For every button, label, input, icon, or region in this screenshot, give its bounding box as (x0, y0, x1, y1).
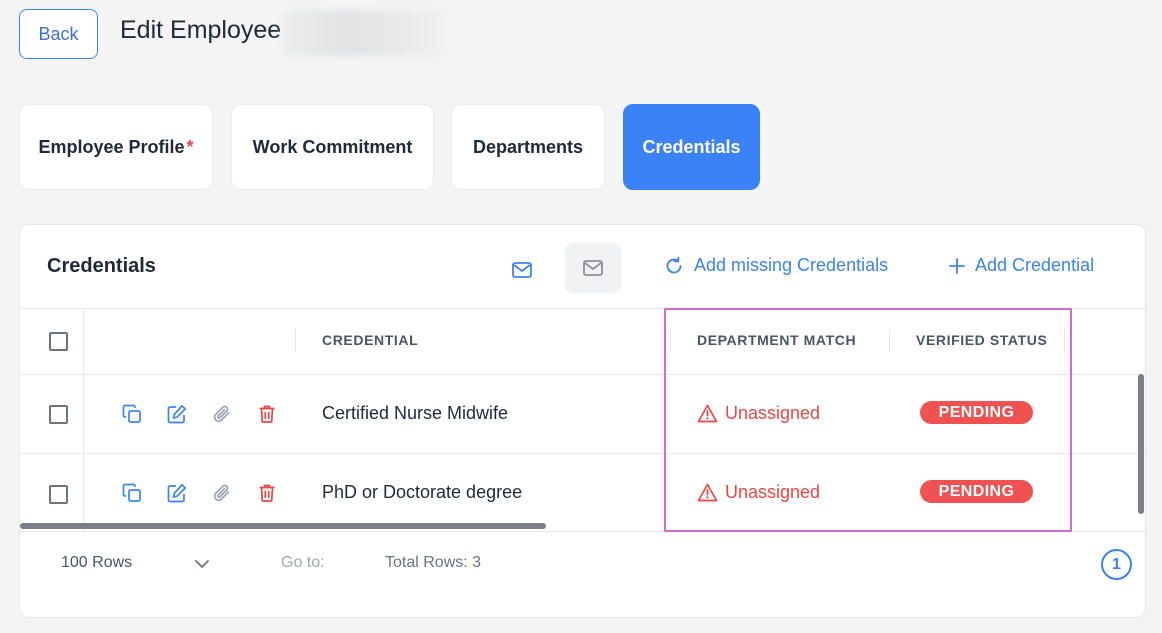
mail-icon (583, 260, 603, 276)
column-divider (83, 309, 84, 531)
row-checkbox[interactable] (49, 405, 68, 424)
total-rows: Total Rows: 3 (385, 554, 482, 571)
required-mark: * (186, 136, 194, 157)
horizontal-scrollbar[interactable] (20, 523, 546, 529)
tab-label: Employee Profile (38, 136, 185, 157)
trash-icon[interactable] (256, 403, 278, 425)
add-credential-label: Add Credential (975, 255, 1095, 275)
column-header-credential: CREDENTIAL (322, 332, 419, 348)
tab-label: Credentials (642, 136, 741, 157)
department-match-cell: Unassigned (697, 482, 820, 503)
add-missing-label: Add missing Credentials (694, 255, 889, 275)
copy-icon[interactable] (121, 482, 143, 504)
tab-departments[interactable]: Departments (451, 104, 605, 190)
status-badge: PENDING (920, 480, 1033, 503)
blurred-employee-name (282, 10, 442, 56)
department-match-cell: Unassigned (697, 403, 820, 424)
credentials-card: Credentials Add missing Credentials Add … (19, 224, 1146, 618)
edit-icon[interactable] (166, 403, 188, 425)
vertical-scrollbar[interactable] (1138, 374, 1144, 514)
copy-icon[interactable] (121, 403, 143, 425)
department-match-label: Unassigned (725, 482, 821, 502)
column-divider (295, 329, 296, 352)
add-missing-credentials-button[interactable]: Add missing Credentials (664, 255, 888, 276)
table-footer-divider (20, 531, 1145, 532)
back-button[interactable]: Back (19, 9, 98, 59)
add-credential-button[interactable]: Add Credential (949, 255, 1094, 276)
plus-icon (949, 257, 965, 274)
warning-icon (697, 404, 718, 423)
row-divider (20, 453, 1145, 454)
select-all-checkbox[interactable] (49, 332, 68, 351)
trash-icon[interactable] (256, 482, 278, 504)
column-divider (1064, 329, 1065, 352)
tab-label: Departments (472, 136, 584, 157)
page-number-button[interactable]: 1 (1101, 549, 1132, 580)
paperclip-icon[interactable] (211, 482, 233, 504)
credential-cell: Certified Nurse Midwife (322, 403, 509, 423)
tab-employee-profile[interactable]: Employee Profile * (19, 104, 213, 190)
page-title: Edit Employee (120, 16, 282, 44)
send-email-disabled-button[interactable] (565, 243, 621, 293)
chevron-down-icon[interactable] (194, 556, 210, 574)
status-badge: PENDING (920, 401, 1033, 424)
column-header-verified-status: VERIFIED STATUS (916, 332, 1048, 348)
row-divider (20, 374, 1145, 375)
credential-cell: PhD or Doctorate degree (322, 482, 523, 502)
card-title: Credentials (47, 255, 156, 277)
edit-icon[interactable] (166, 482, 188, 504)
table-header-top-divider (20, 308, 1145, 309)
paperclip-icon[interactable] (211, 403, 233, 425)
row-checkbox[interactable] (49, 485, 68, 504)
rows-per-page-select[interactable]: 100 Rows (61, 554, 132, 572)
department-match-label: Unassigned (725, 403, 821, 423)
column-divider (670, 329, 671, 352)
goto-label: Go to: (281, 554, 325, 571)
tab-work-commitment[interactable]: Work Commitment (231, 104, 434, 190)
send-email-button[interactable] (502, 247, 542, 293)
column-header-department-match: DEPARTMENT MATCH (697, 332, 857, 348)
refresh-icon (666, 256, 682, 273)
tab-credentials[interactable]: Credentials (623, 104, 760, 190)
warning-icon (697, 483, 718, 502)
column-divider (889, 329, 890, 352)
tab-label: Work Commitment (252, 136, 413, 157)
mail-icon (512, 262, 532, 278)
